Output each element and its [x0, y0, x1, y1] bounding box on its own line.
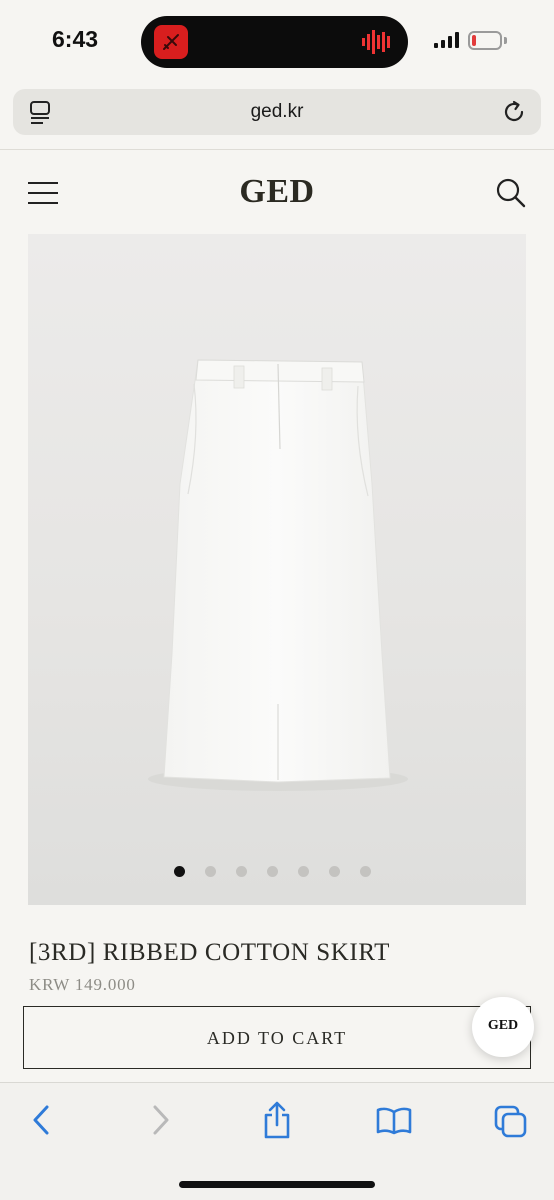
cellular-signal-icon — [434, 32, 459, 48]
product-price: KRW 149.000 — [29, 975, 136, 994]
tabs-icon[interactable] — [494, 1105, 528, 1139]
forward-icon[interactable] — [150, 1103, 172, 1137]
add-to-cart-label: ADD TO CART — [206, 1028, 348, 1048]
battery-icon — [468, 31, 502, 50]
recording-app-icon — [154, 25, 188, 59]
battery-tip — [504, 37, 507, 44]
status-bar: 6:43 — [0, 0, 554, 84]
bookmarks-icon[interactable] — [376, 1107, 412, 1135]
product-image[interactable] — [28, 234, 526, 905]
url-text[interactable]: ged.kr — [13, 101, 541, 123]
status-time: 6:43 — [52, 26, 99, 52]
share-icon[interactable] — [262, 1101, 292, 1139]
site-logo[interactable]: GED — [0, 173, 554, 211]
add-to-cart-button[interactable]: ADD TO CART — [23, 1006, 531, 1069]
divider — [0, 149, 554, 150]
chat-badge-button[interactable]: GED — [472, 997, 534, 1057]
carousel-dot[interactable] — [173, 866, 185, 877]
carousel-dot[interactable] — [235, 866, 247, 877]
carousel-dot[interactable] — [204, 866, 216, 877]
search-icon[interactable] — [496, 178, 526, 208]
carousel-dot[interactable] — [359, 866, 371, 877]
reload-icon[interactable] — [501, 99, 527, 125]
product-name: [3RD] RIBBED COTTON SKIRT — [29, 939, 390, 966]
battery-level — [472, 35, 476, 46]
carousel-dot[interactable] — [297, 866, 309, 877]
carousel-dot[interactable] — [266, 866, 278, 877]
skirt-photo — [148, 359, 408, 791]
back-icon[interactable] — [30, 1103, 52, 1137]
chat-badge-label: GED — [487, 1018, 519, 1033]
carousel-dot[interactable] — [328, 866, 340, 877]
carousel-indicator[interactable] — [28, 866, 526, 877]
dynamic-island[interactable] — [141, 16, 408, 68]
audio-waveform-icon — [362, 30, 390, 54]
address-bar[interactable]: ged.kr — [13, 89, 541, 135]
home-indicator[interactable] — [179, 1181, 375, 1188]
